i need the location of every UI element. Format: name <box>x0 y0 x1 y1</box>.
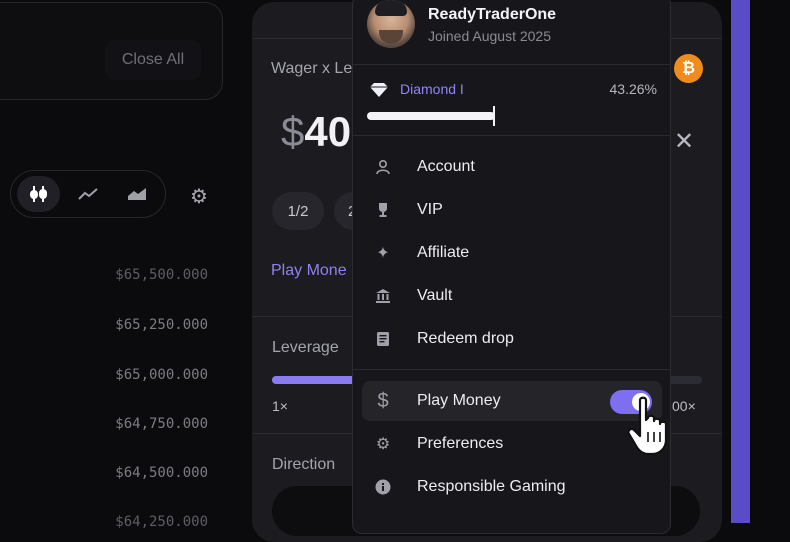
close-all-button[interactable]: Close All <box>105 40 201 80</box>
wager-label: Wager x Le <box>271 60 353 77</box>
menu-item-label: Redeem drop <box>417 330 514 347</box>
menu-item-responsible-gaming[interactable]: Responsible Gaming <box>362 467 662 507</box>
menu-item-label: Account <box>417 158 475 175</box>
area-chart-icon <box>128 188 147 200</box>
wager-amount-value: 40 <box>304 108 352 155</box>
menu-item-label: Vault <box>417 287 453 304</box>
menu-item-label: Preferences <box>417 435 504 452</box>
leverage-max: 00× <box>672 398 696 414</box>
receipt-icon <box>374 330 392 348</box>
price-tick: $65,500.000 <box>115 267 208 283</box>
joined-date: Joined August 2025 <box>428 28 551 44</box>
line-chart-button[interactable] <box>66 176 109 212</box>
hand-cursor-icon <box>627 396 668 456</box>
direction-label: Direction <box>272 456 336 473</box>
bitcoin-icon[interactable]: ₿ <box>674 54 703 83</box>
wager-amount[interactable]: $40 <box>281 108 351 156</box>
half-wager-button[interactable]: 1/2 <box>272 192 324 230</box>
trophy-icon <box>374 201 392 219</box>
divider <box>353 369 670 370</box>
close-icon[interactable]: ✕ <box>674 127 694 156</box>
menu-item-vault[interactable]: Vault <box>362 276 662 316</box>
divider <box>353 64 670 65</box>
menu-item-label: VIP <box>417 201 443 218</box>
vip-progress-marker <box>493 106 495 126</box>
price-tick: $64,250.000 <box>115 514 208 530</box>
chart-settings-button[interactable]: ⚙ <box>186 183 212 209</box>
leverage-min: 1× <box>272 398 288 414</box>
bank-icon <box>374 287 392 305</box>
candlestick-chart-button[interactable] <box>17 176 61 212</box>
line-chart-icon <box>78 188 98 200</box>
info-icon <box>374 478 392 496</box>
menu-item-label: Play Money <box>417 392 501 409</box>
menu-item-vip[interactable]: VIP <box>362 190 662 230</box>
vip-tier-percent: 43.26% <box>609 81 657 97</box>
price-tick: $64,750.000 <box>115 416 208 432</box>
leverage-label: Leverage <box>272 339 339 356</box>
accent-bar <box>731 0 750 523</box>
play-money-link[interactable]: Play Mone <box>271 262 347 280</box>
vip-tier-name: Diamond I <box>400 81 464 97</box>
username: ReadyTraderOne <box>428 6 557 23</box>
candlestick-icon <box>29 186 47 202</box>
menu-item-label: Responsible Gaming <box>417 478 566 495</box>
menu-item-preferences[interactable]: ⚙ Preferences <box>362 424 662 464</box>
chart-type-selector <box>10 170 166 218</box>
leverage-slider-fill <box>272 376 362 384</box>
avatar <box>367 0 415 48</box>
diamond-icon <box>368 82 390 97</box>
sparkle-icon: ✦ <box>376 245 390 262</box>
menu-item-label: Affiliate <box>417 244 470 261</box>
dollar-icon: $ <box>377 389 389 412</box>
divider <box>353 135 670 136</box>
price-tick: $64,500.000 <box>115 465 208 481</box>
gear-icon: ⚙ <box>375 436 391 453</box>
menu-item-affiliate[interactable]: ✦ Affiliate <box>362 233 662 273</box>
currency-symbol: $ <box>281 108 305 155</box>
menu-item-account[interactable]: Account <box>362 147 662 187</box>
price-tick: $65,250.000 <box>115 317 208 333</box>
price-tick: $65,000.000 <box>115 367 208 383</box>
area-chart-button[interactable] <box>116 176 159 212</box>
menu-item-redeem-drop[interactable]: Redeem drop <box>362 319 662 359</box>
vip-progress-bar <box>367 112 495 120</box>
gear-icon: ⚙ <box>190 185 208 208</box>
user-icon <box>374 158 392 176</box>
